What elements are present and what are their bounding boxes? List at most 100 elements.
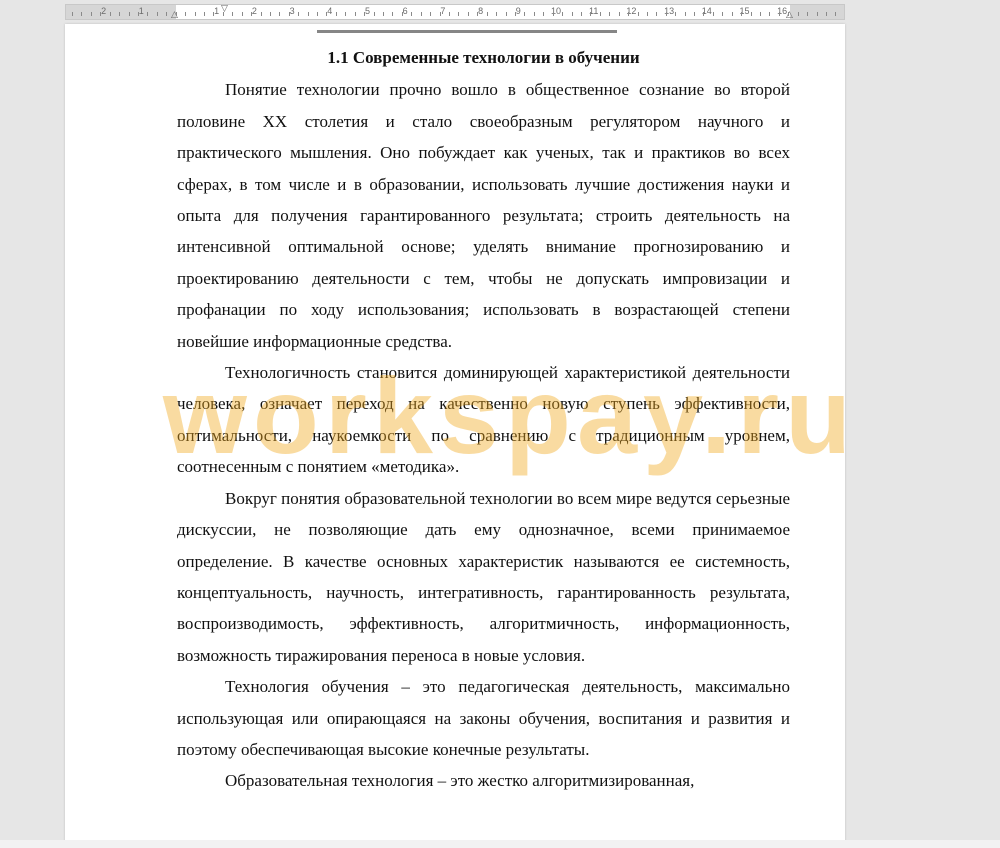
hanging-indent-marker[interactable]: △ [171,11,178,20]
ruler-tick [505,12,507,16]
ruler-tick [72,12,73,16]
ruler-tick [778,12,780,16]
ruler-label: 1 [214,6,220,16]
paragraph-5: Образовательная технология – это жестко … [225,771,695,791]
ruler-tick [543,12,545,16]
ruler-tick [722,12,724,16]
ruler-tick [119,12,121,16]
ruler-label: 7 [440,6,446,16]
ruler-tick [298,12,300,16]
ruler-label: 1 [138,6,144,16]
ruler-tick [90,12,92,16]
ruler-tick [580,12,582,16]
ruler-tick [590,12,592,16]
ruler-tick [307,12,309,16]
status-bar [0,840,1000,848]
ruler-tick [769,12,771,16]
ruler-tick [694,12,696,16]
ruler-label: 9 [515,6,521,16]
ruler-tick [712,12,714,16]
ruler-tick [81,12,83,16]
ruler-tick [646,12,648,16]
previous-line-fragment [317,24,617,33]
ruler-label: 8 [478,6,484,16]
ruler-tick [797,12,799,16]
ruler-tick [467,12,469,16]
ruler-tick [373,12,375,16]
ruler-tick [411,12,413,16]
ruler-tick [392,12,394,16]
ruler-label: 6 [402,6,408,16]
ruler-tick [439,12,441,16]
ruler-tick [288,12,290,16]
ruler-tick [364,12,366,16]
ruler-tick [741,12,743,16]
ruler-tick [213,12,215,16]
ruler-tick [401,12,403,16]
document-page[interactable]: 1.1 Современные технологии в обучении По… [65,24,845,848]
ruler-tick [279,12,281,16]
ruler-label: 5 [364,6,371,16]
ruler-tick [232,12,234,16]
ruler-tick [524,12,526,16]
ruler-tick [128,12,130,16]
ruler-tick [599,12,601,16]
ruler-tick [656,12,658,16]
ruler-tick [175,12,177,16]
ruler-tick [552,12,554,16]
ruler-label: 4 [327,6,333,16]
ruler-tick [571,12,573,16]
ruler-tick [675,12,677,16]
paragraph-2: Технологичность становится доминирующей … [177,363,790,477]
ruler-tick [496,12,498,16]
ruler-tick [637,12,639,16]
section-heading: 1.1 Современные технологии в обучении [327,48,640,67]
ruler-tick [835,12,837,16]
document-body[interactable]: 1.1 Современные технологии в обучении По… [177,42,790,797]
ruler-tick [203,12,205,16]
ruler-tick [185,12,187,16]
ruler-label: 3 [289,6,295,16]
ruler-tick [760,12,762,16]
ruler-label: 2 [251,6,257,16]
ruler-tick [194,12,196,16]
ruler-tick [807,12,809,16]
ruler-tick [156,12,158,16]
ruler-tick [826,12,827,16]
ruler-tick [486,12,488,16]
ruler-tick [665,12,667,16]
ruler-label: 2 [101,6,107,16]
ruler-tick [788,12,790,16]
ruler-tick [562,12,564,16]
ruler-tick [684,12,686,16]
ruler-tick [222,12,224,16]
ruler-tick [109,12,111,16]
ruler-tick [816,12,818,16]
ruler-left-margin [66,5,176,19]
ruler-tick [345,12,347,16]
ruler-tick [449,12,450,16]
paragraph-1: Понятие технологии прочно вошло в общест… [177,80,790,351]
ruler-tick [750,12,752,16]
ruler-tick [166,12,168,16]
paragraph-3: Вокруг понятия образовательной технологи… [177,488,790,665]
ruler-tick [458,12,460,16]
ruler-tick [609,12,611,16]
ruler-tick [618,12,620,16]
ruler-tick [533,12,535,16]
ruler-tick [100,12,102,16]
ruler-tick [241,12,243,16]
horizontal-ruler[interactable]: △ ▽ △ 2 1 1 2 3 4 5 6 7 8 9 10 11 12 13 14 15 16 [65,4,845,20]
ruler-tick [317,12,319,16]
ruler-tick [383,12,385,16]
ruler-tick [703,12,705,16]
ruler-tick [430,12,432,16]
ruler-tick [260,12,262,16]
ruler-tick [420,12,422,16]
ruler-tick [731,12,733,16]
ruler-tick [137,12,139,16]
ruler-tick [514,12,516,16]
ruler-tick [269,12,271,16]
ruler-tick [335,12,337,16]
ruler-tick [326,12,328,16]
